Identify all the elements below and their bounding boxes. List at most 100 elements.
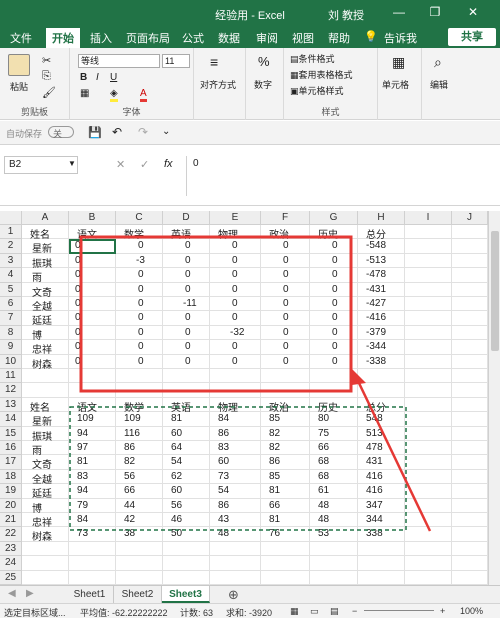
- cell-style-icon: ▣: [290, 86, 299, 96]
- zoom-out-icon[interactable]: −: [352, 606, 357, 616]
- ribbon: 粘贴 ✂ ⎘ 🖌 剪贴板 等线 11 B I U ▦ ◈ A 字体 ≡ 对齐方式…: [0, 48, 500, 120]
- editing-label[interactable]: 编辑: [430, 78, 448, 91]
- font-size-box[interactable]: 11: [162, 54, 190, 68]
- format-painter-icon[interactable]: 🖌: [42, 86, 56, 99]
- paste-label: 粘贴: [10, 82, 29, 92]
- tab-review[interactable]: 审阅: [256, 30, 278, 46]
- paste-icon[interactable]: [8, 54, 30, 76]
- tab-formulas[interactable]: 公式: [182, 30, 204, 46]
- status-count: 计数: 63: [180, 608, 214, 618]
- red-arrow-head: [352, 369, 366, 385]
- tell-me-search[interactable]: 告诉我: [384, 30, 417, 46]
- share-button[interactable]: 共享: [448, 28, 496, 46]
- search-icon[interactable]: ⌕: [434, 54, 442, 71]
- add-sheet-icon[interactable]: ⊕: [228, 587, 239, 603]
- conditional-format-icon: ▤: [290, 54, 299, 64]
- undo-icon[interactable]: ↶: [112, 125, 122, 139]
- cells-group: ▦ 单元格: [378, 48, 422, 120]
- lightbulb-icon: 💡: [364, 31, 378, 43]
- font-group: 等线 11 B I U ▦ ◈ A 字体: [70, 48, 194, 120]
- clipboard-group: 粘贴 ✂ ⎘ 🖌 剪贴板: [0, 48, 70, 120]
- sheet-tab-sheet1[interactable]: Sheet1: [66, 586, 114, 603]
- fill-color-icon[interactable]: ◈: [110, 88, 118, 102]
- conditional-format-button[interactable]: ▤条件格式: [290, 52, 335, 65]
- sheet-tab-sheet3[interactable]: Sheet3: [162, 586, 210, 603]
- tab-file[interactable]: 文件: [10, 30, 32, 46]
- font-color-icon[interactable]: A: [140, 88, 147, 102]
- insert-function-icon[interactable]: fx: [164, 158, 173, 170]
- clipboard-group-label: 剪贴板: [20, 107, 48, 117]
- vertical-scrollbar[interactable]: [488, 211, 500, 585]
- styles-group-label: 样式: [321, 107, 340, 117]
- cell-style-label: 单元格样式: [298, 86, 344, 96]
- font-group-label: 字体: [122, 107, 141, 117]
- editing-group: ⌕ 编辑: [422, 48, 462, 120]
- name-box-dropdown-icon[interactable]: ▼: [68, 159, 76, 168]
- copy-icon[interactable]: ⎘: [42, 70, 51, 83]
- save-icon[interactable]: 💾: [88, 126, 102, 139]
- font-name-box[interactable]: 等线: [78, 54, 160, 68]
- autosave-toggle[interactable]: 关: [48, 126, 74, 139]
- formula-input[interactable]: 0: [186, 156, 486, 196]
- spreadsheet-grid[interactable]: ABCDEFGHIJ 1 2 3 4 5 6 7 8 9 10 11 12 13 14 15 16 17 18 19…: [0, 211, 488, 585]
- autosave-label: 自动保存: [6, 129, 43, 139]
- conditional-format-label: 条件格式: [298, 54, 335, 64]
- underline-icon[interactable]: U: [110, 72, 117, 83]
- border-icon[interactable]: ▦: [80, 88, 89, 99]
- page-break-view-icon[interactable]: ▤: [330, 606, 339, 617]
- zoom-in-icon[interactable]: +: [440, 606, 445, 616]
- table-format-icon: ▦: [290, 70, 299, 80]
- table-format-button[interactable]: ▦套用表格格式: [290, 68, 353, 81]
- number-label[interactable]: 数字: [254, 78, 272, 91]
- alignment-icon[interactable]: ≡: [210, 54, 218, 70]
- tab-insert[interactable]: 插入: [90, 30, 112, 46]
- formula-bar: B2 ▼ ✕ ✓ fx 0: [0, 146, 500, 206]
- redo-icon[interactable]: ↷: [138, 125, 148, 139]
- status-sum: 求和: -3920: [226, 608, 273, 618]
- bold-icon[interactable]: B: [80, 72, 87, 83]
- normal-view-icon[interactable]: ▦: [290, 606, 299, 617]
- minimize-button[interactable]: —: [392, 5, 406, 19]
- sheet-tab-bar: ◀ ▶ Sheet1 Sheet2 Sheet3 ⊕: [0, 585, 500, 603]
- name-box[interactable]: B2: [4, 156, 78, 174]
- cells-icon[interactable]: ▦: [392, 54, 405, 71]
- status-bar: 选定目标区域... 平均值: -62.22222222 计数: 63 求和: -…: [0, 603, 500, 618]
- status-average: 平均值: -62.22222222: [80, 608, 168, 618]
- zoom-level[interactable]: 100%: [460, 606, 483, 616]
- zoom-slider[interactable]: [364, 610, 434, 611]
- styles-group: ▤条件格式 ▦套用表格格式 ▣单元格样式 样式: [284, 48, 378, 120]
- prev-sheet-icon[interactable]: ◀: [8, 588, 16, 599]
- status-mode: 选定目标区域...: [4, 608, 66, 618]
- italic-icon[interactable]: I: [96, 72, 99, 83]
- alignment-group: ≡ 对齐方式: [194, 48, 246, 120]
- quick-access-toolbar: 自动保存 关 💾 ↶ ↷ ⌄: [0, 121, 500, 145]
- annotation-overlay: [69, 235, 432, 532]
- page-layout-view-icon[interactable]: ▭: [310, 606, 319, 617]
- customize-qat-icon[interactable]: ⌄: [162, 126, 170, 137]
- window-title: 经验用 - Excel: [215, 10, 285, 22]
- cells-label[interactable]: 单元格: [382, 78, 409, 91]
- tab-help[interactable]: 帮助: [328, 30, 350, 46]
- scroll-thumb[interactable]: [491, 231, 499, 351]
- tab-home[interactable]: 开始: [46, 28, 80, 48]
- cell-style-button[interactable]: ▣单元格样式: [290, 84, 344, 97]
- ribbon-tabs: 文件 开始 插入 页面布局 公式 数据 审阅 视图 帮助 💡 告诉我 共享: [0, 26, 500, 48]
- alignment-label[interactable]: 对齐方式: [200, 78, 236, 91]
- number-group: % 数字: [246, 48, 284, 120]
- table-format-label: 套用表格格式: [298, 70, 353, 80]
- sheet-tab-sheet2[interactable]: Sheet2: [114, 586, 162, 603]
- restore-button[interactable]: ❐: [428, 5, 442, 19]
- close-button[interactable]: ✕: [466, 5, 480, 19]
- title-bar: 经验用 - Excel 刘 教授 — ❐ ✕: [0, 0, 500, 26]
- tab-page-layout[interactable]: 页面布局: [126, 30, 170, 46]
- percent-icon[interactable]: %: [258, 54, 270, 69]
- red-highlight-box: [79, 235, 353, 393]
- red-arrow-shaft: [356, 380, 432, 532]
- tab-view[interactable]: 视图: [292, 30, 314, 46]
- tab-data[interactable]: 数据: [218, 30, 240, 46]
- confirm-entry-icon[interactable]: ✓: [140, 158, 149, 171]
- cut-icon[interactable]: ✂: [42, 54, 51, 67]
- cancel-entry-icon[interactable]: ✕: [116, 158, 125, 171]
- next-sheet-icon[interactable]: ▶: [26, 588, 34, 599]
- user-name[interactable]: 刘 教授: [328, 7, 364, 23]
